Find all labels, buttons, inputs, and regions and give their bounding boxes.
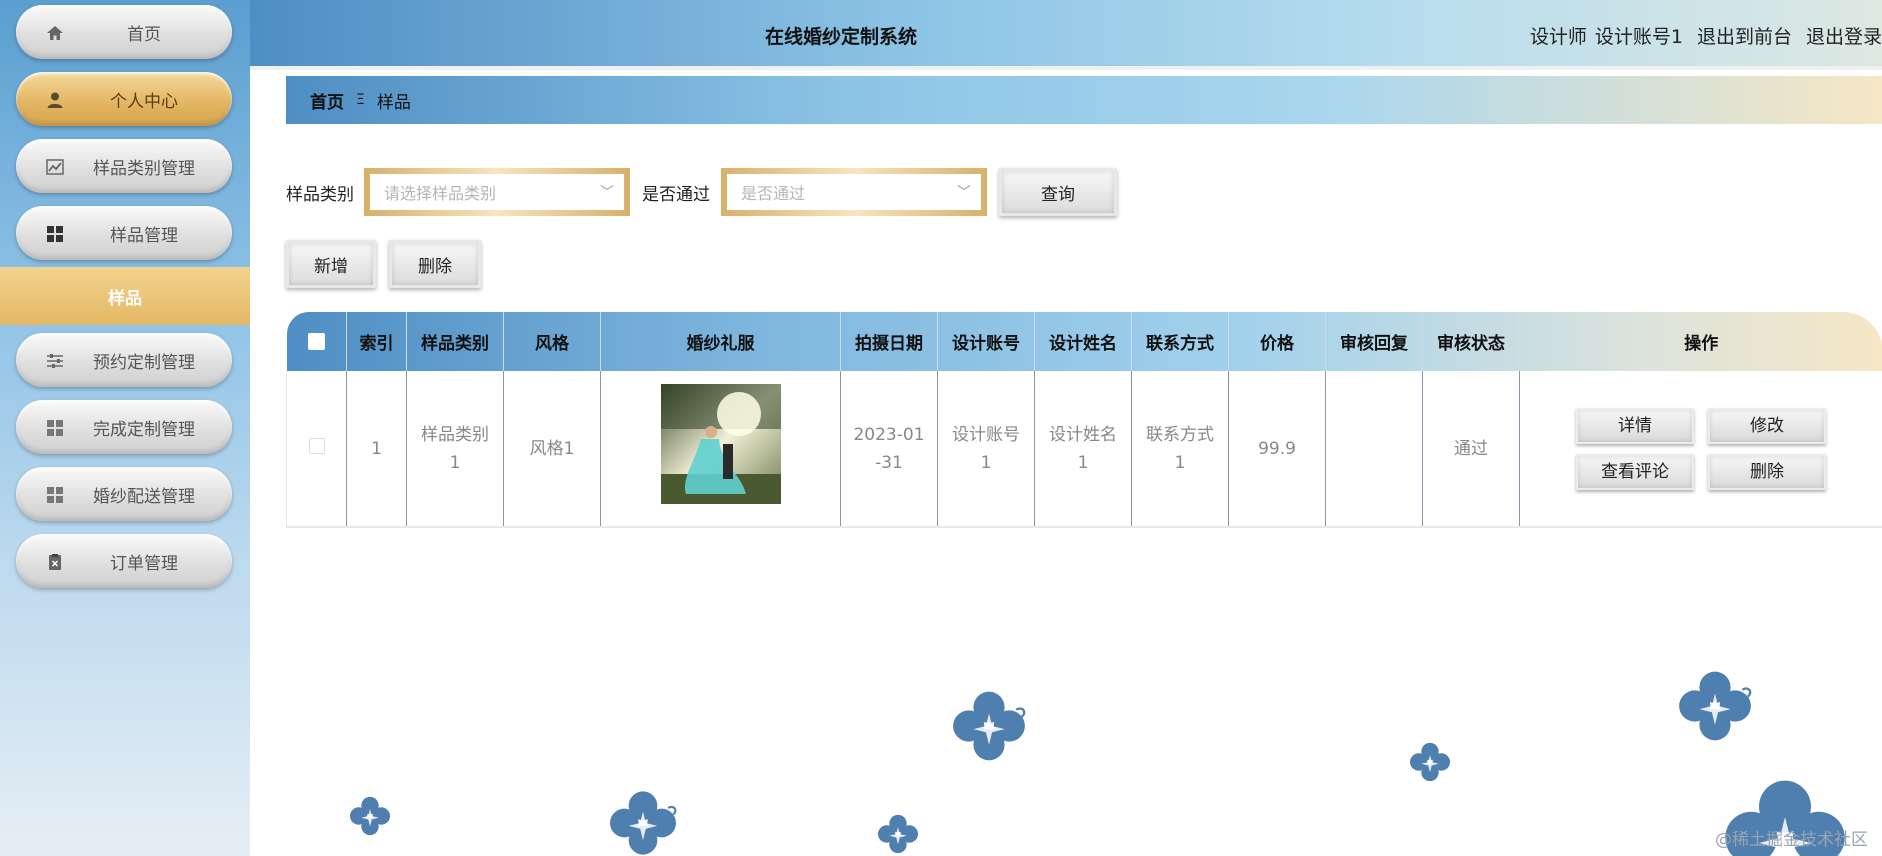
cell-account: 设计账号 1 xyxy=(937,371,1035,527)
logout-link[interactable]: 退出登录 xyxy=(1806,26,1882,48)
sidebar-item-label: 完成定制管理 xyxy=(93,419,195,440)
cell-date-line: -31 xyxy=(875,452,903,473)
table-row: 1 样品类别 1 风格1 2023-01 -31 设计账号 1 设计姓名 1 联… xyxy=(286,371,1882,527)
category-select[interactable]: 请选择样品类别 ﹀ xyxy=(364,168,630,216)
username: 设计账号1 xyxy=(1594,26,1683,48)
cell-name-line: 设计姓名 xyxy=(1049,424,1117,445)
query-button[interactable]: 查询 xyxy=(999,168,1117,216)
clover-flower-icon xyxy=(878,814,918,854)
exit-to-front-link[interactable]: 退出到前台 xyxy=(1697,26,1792,48)
sidebar: 首页 个人中心 样品类别管理 样品管理 样品 预约定制管理 完成定制管理 婚纱配… xyxy=(0,0,250,856)
cell-account-line: 1 xyxy=(980,452,992,473)
user-role: 设计师 xyxy=(1529,26,1587,48)
sidebar-item-label: 首页 xyxy=(127,24,161,45)
sidebar-item-label: 样品管理 xyxy=(110,225,178,246)
cell-price: 99.9 xyxy=(1228,371,1326,527)
cell-category-line: 1 xyxy=(449,452,461,473)
clover-flower-icon xyxy=(1679,671,1752,741)
sidebar-item-sample-category[interactable]: 样品类别管理 xyxy=(16,139,232,193)
column-header: 样品类别 xyxy=(406,312,504,371)
cell-shoot-date: 2023-01 -31 xyxy=(840,371,938,527)
category-select-placeholder: 请选择样品类别 xyxy=(384,184,497,203)
clover-flower-icon xyxy=(350,796,390,836)
approved-filter-label: 是否通过 xyxy=(642,185,710,205)
column-header: 审核回复 xyxy=(1325,312,1423,371)
approved-select-field[interactable]: 是否通过 ﹀ xyxy=(727,174,981,210)
cell-contact: 联系方式 1 xyxy=(1131,371,1229,527)
column-header: 拍摄日期 xyxy=(840,312,938,371)
cell-contact-line: 1 xyxy=(1174,452,1186,473)
sidebar-item-sample-management[interactable]: 样品管理 xyxy=(16,206,232,260)
view-comments-button[interactable]: 查看评论 xyxy=(1576,453,1694,490)
sidebar-item-label: 个人中心 xyxy=(110,91,178,112)
sidebar-item-personal-center[interactable]: 个人中心 xyxy=(16,72,232,126)
clover-flower-icon xyxy=(610,791,677,855)
select-all-checkbox[interactable] xyxy=(286,312,347,371)
cell-category: 样品类别 1 xyxy=(406,371,504,527)
cell-name-line: 1 xyxy=(1077,452,1089,473)
column-header: 风格 xyxy=(503,312,601,371)
cell-review-reply xyxy=(1325,371,1423,527)
sidebar-item-reservation[interactable]: 预约定制管理 xyxy=(16,333,232,387)
sidebar-item-completed[interactable]: 完成定制管理 xyxy=(16,400,232,454)
cell-date-line: 2023-01 xyxy=(853,424,925,445)
column-header: 操作 xyxy=(1684,334,1719,354)
cell-review-status: 通过 xyxy=(1422,371,1520,527)
sidebar-item-home[interactable]: 首页 xyxy=(16,5,232,59)
table-header-row: 索引 样品类别 风格 婚纱礼服 拍摄日期 设计账号 设计姓名 联系方式 价格 审… xyxy=(286,312,1882,371)
wedding-dress-photo xyxy=(660,384,781,504)
column-header: 婚纱礼服 xyxy=(600,312,841,371)
approved-select[interactable]: 是否通过 ﹀ xyxy=(721,168,987,216)
column-header: 索引 xyxy=(346,312,407,371)
cell-designer-name: 设计姓名 1 xyxy=(1034,371,1132,527)
sidebar-item-label: 订单管理 xyxy=(110,553,178,574)
header-user-area: 设计师 设计账号1 退出到前台 退出登录 xyxy=(1522,22,1882,49)
breadcrumb-home[interactable]: 首页 xyxy=(310,88,344,113)
chevron-down-icon: ﹀ xyxy=(600,185,614,201)
breadcrumb-current: 样品 xyxy=(376,92,411,113)
breadcrumb: 首页 Ξ 样品 xyxy=(286,76,1882,124)
column-header: 联系方式 xyxy=(1131,312,1229,371)
approved-select-placeholder: 是否通过 xyxy=(741,184,806,203)
cell-contact-line: 联系方式 xyxy=(1146,424,1214,445)
sidebar-item-orders[interactable]: 订单管理 xyxy=(16,534,232,588)
clover-flower-icon xyxy=(953,691,1026,761)
sidebar-item-label: 婚纱配送管理 xyxy=(93,486,195,507)
sample-table: 索引 样品类别 风格 婚纱礼服 拍摄日期 设计账号 设计姓名 联系方式 价格 审… xyxy=(286,312,1882,528)
cell-dress-image xyxy=(600,371,841,527)
column-header: 价格 xyxy=(1228,312,1326,371)
edit-button[interactable]: 修改 xyxy=(1708,407,1826,444)
row-delete-button[interactable]: 删除 xyxy=(1708,453,1826,490)
cell-account-line: 设计账号 xyxy=(952,424,1020,445)
row-checkbox[interactable] xyxy=(286,371,347,527)
sidebar-item-label: 样品类别管理 xyxy=(93,158,195,179)
add-button[interactable]: 新增 xyxy=(286,240,376,288)
category-filter-label: 样品类别 xyxy=(286,185,354,205)
watermark: @稀土掘金技术社区 xyxy=(1715,830,1868,850)
column-header: 设计姓名 xyxy=(1034,312,1132,371)
column-header: 审核状态 xyxy=(1422,312,1520,371)
clover-flower-icon xyxy=(1410,742,1450,782)
cell-category-line: 样品类别 xyxy=(421,424,489,445)
category-select-field[interactable]: 请选择样品类别 ﹀ xyxy=(370,174,624,210)
sidebar-item-delivery[interactable]: 婚纱配送管理 xyxy=(16,467,232,521)
cell-operations: 详情 修改 查看评论 删除 xyxy=(1519,371,1882,527)
cell-index: 1 xyxy=(346,371,407,527)
breadcrumb-separator-icon: Ξ xyxy=(356,92,365,108)
column-header: 设计账号 xyxy=(937,312,1035,371)
sidebar-item-label: 预约定制管理 xyxy=(93,352,195,373)
chevron-down-icon: ﹀ xyxy=(957,185,971,201)
batch-delete-button[interactable]: 删除 xyxy=(389,240,481,288)
cell-style: 风格1 xyxy=(503,371,601,527)
submenu-item-sample[interactable]: 样品 xyxy=(0,267,250,325)
detail-button[interactable]: 详情 xyxy=(1576,407,1694,444)
